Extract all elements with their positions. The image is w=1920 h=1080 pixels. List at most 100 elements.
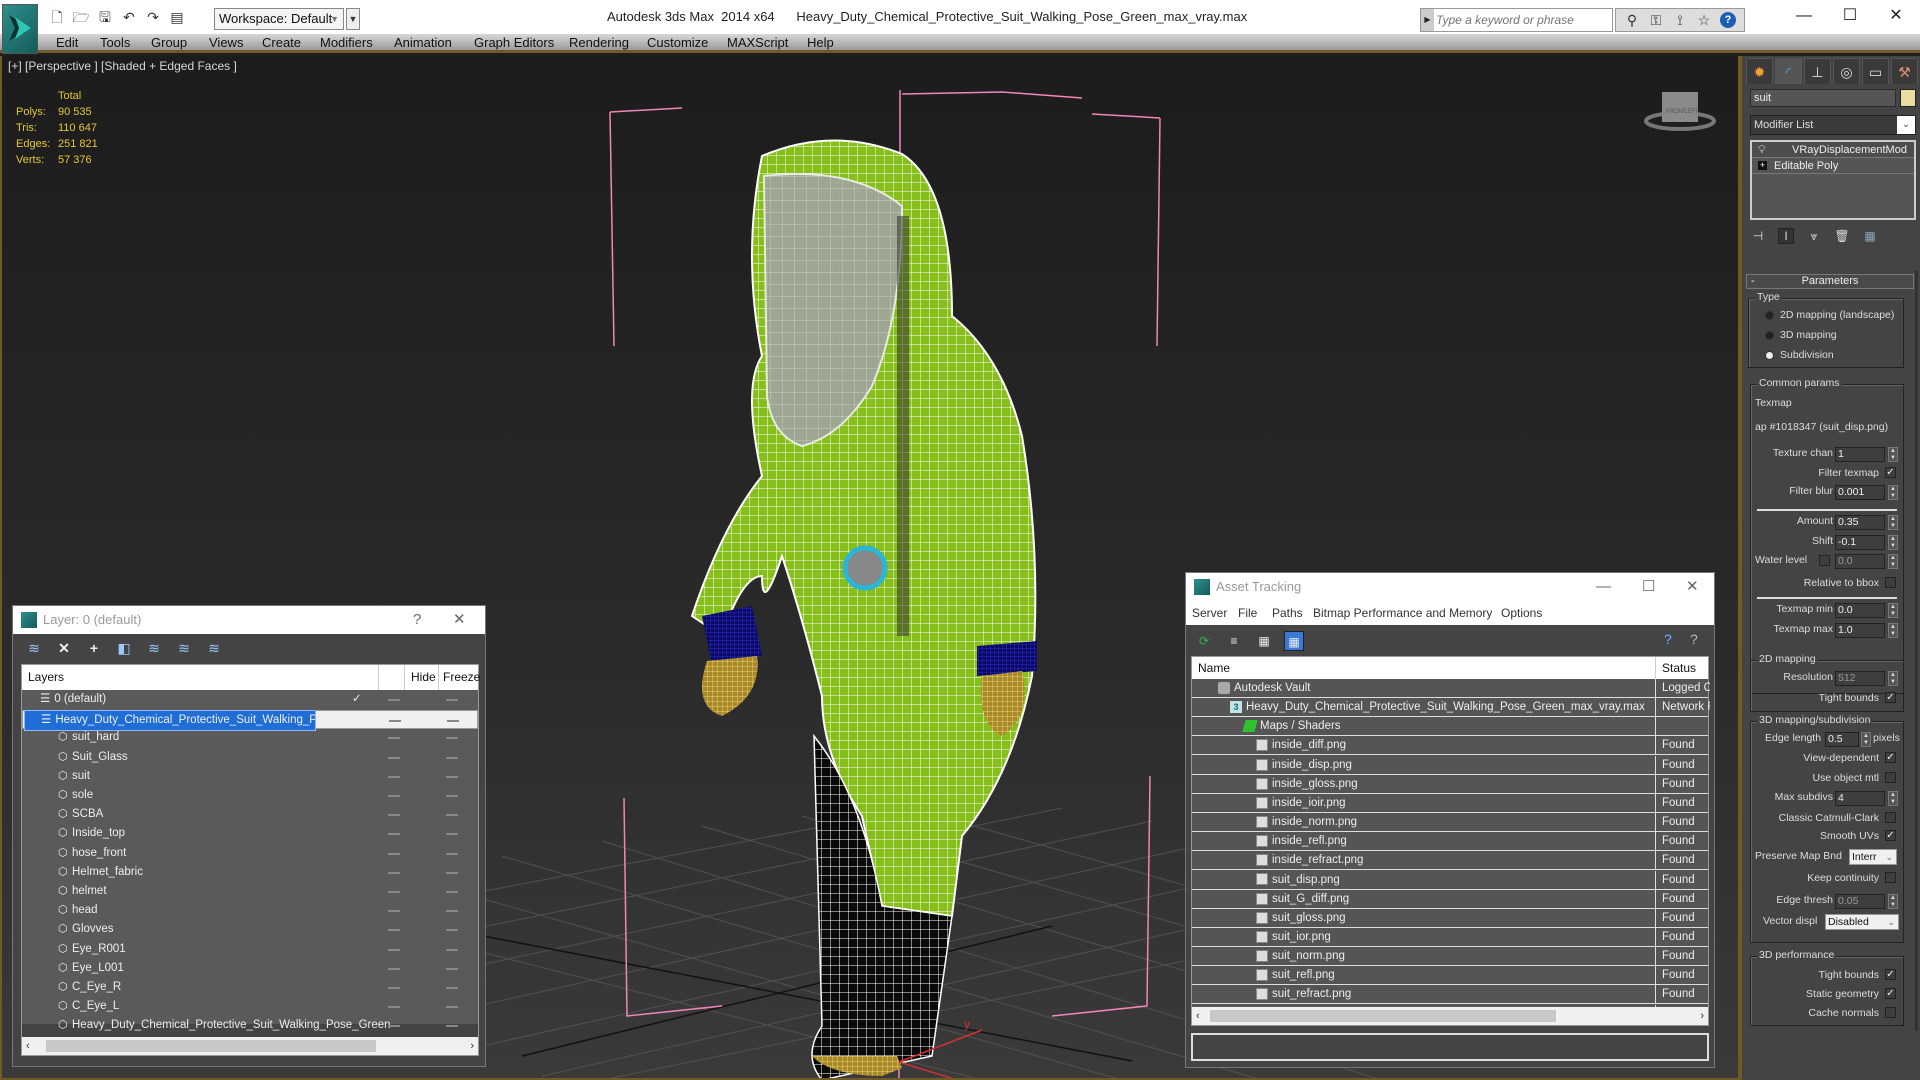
freeze-toggle[interactable]: [446, 756, 458, 759]
filter-blur-input[interactable]: 0.001: [1835, 485, 1885, 500]
hide-toggle[interactable]: [388, 852, 400, 855]
hide-toggle[interactable]: [388, 987, 400, 989]
object-row[interactable]: ⬡ hose_front: [22, 844, 478, 863]
create-layer-icon[interactable]: ≋: [25, 639, 43, 657]
hide-toggle[interactable]: [388, 814, 400, 817]
tight-bounds-2d-checkbox[interactable]: ✓: [1885, 692, 1896, 703]
close-button[interactable]: ✕: [453, 606, 466, 634]
hide-toggle[interactable]: [388, 929, 400, 932]
texmap-min-input[interactable]: 0.0: [1835, 603, 1885, 618]
column-layers[interactable]: Layers: [28, 665, 64, 690]
layer-window-titlebar[interactable]: Layer: 0 (default) ? ✕: [13, 606, 485, 634]
object-row[interactable]: ⬡ helmet: [22, 882, 478, 901]
asset-horizontal-scrollbar[interactable]: ‹ ›: [1192, 1007, 1708, 1025]
freeze-toggle[interactable]: [446, 1025, 458, 1028]
undo-icon[interactable]: ↶: [120, 8, 138, 26]
column-freeze[interactable]: Freeze: [438, 665, 480, 690]
binoculars-icon[interactable]: ⚲: [1624, 12, 1640, 29]
refresh-icon[interactable]: ⟳: [1194, 631, 1214, 651]
preserve-map-bnd-select[interactable]: Interr ⌄: [1849, 849, 1897, 865]
menu-help[interactable]: Help: [807, 35, 834, 50]
stack-item-editable-poly[interactable]: + Editable Poly: [1752, 158, 1914, 174]
asset-row[interactable]: inside_norm.png Found: [1192, 813, 1708, 833]
object-row[interactable]: ⬡ SCBA: [22, 805, 478, 824]
static-geometry-checkbox[interactable]: ✓: [1885, 988, 1896, 999]
menu-rendering[interactable]: Rendering: [569, 35, 629, 50]
freeze-toggle[interactable]: [446, 948, 458, 951]
add-to-layer-icon[interactable]: +: [85, 639, 103, 657]
hide-toggle[interactable]: [388, 1006, 400, 1009]
scroll-right-icon[interactable]: ›: [1700, 1007, 1704, 1025]
texture-chan-spinner[interactable]: ▲ ▼: [1888, 447, 1898, 462]
object-row[interactable]: ⬡ Glovves: [22, 920, 478, 939]
freeze-toggle[interactable]: [446, 910, 458, 913]
tight-bounds-3d-checkbox[interactable]: ✓: [1885, 969, 1896, 980]
column-hide[interactable]: Hide: [404, 665, 436, 690]
max-subdivs-input[interactable]: 4: [1835, 791, 1885, 806]
modify-tab[interactable]: ◜: [1775, 58, 1802, 84]
menu-customize[interactable]: Customize: [647, 35, 708, 50]
layer-settings-icon[interactable]: ≋: [205, 639, 223, 657]
object-row[interactable]: ⬡ sole: [22, 786, 478, 805]
texmap-button[interactable]: ap #1018347 (suit_disp.png): [1755, 421, 1901, 439]
menu-graph-editors[interactable]: Graph Editors: [474, 35, 554, 50]
hide-toggle[interactable]: [388, 756, 400, 759]
amount-input[interactable]: 0.35: [1835, 515, 1885, 530]
column-status[interactable]: Status: [1655, 657, 1696, 679]
asset-row[interactable]: suit_ior.png Found: [1192, 927, 1708, 947]
asset-row[interactable]: 3 Heavy_Duty_Chemical_Protective_Suit_Wal…: [1192, 698, 1710, 718]
select-layer-icon[interactable]: ≋: [145, 639, 163, 657]
pin-stack-icon[interactable]: ⊣: [1750, 229, 1766, 243]
asset-row[interactable]: inside_refl.png Found: [1192, 832, 1708, 852]
column-name[interactable]: Name: [1198, 657, 1230, 679]
hide-toggle[interactable]: [388, 891, 400, 893]
edge-thresh-spinner[interactable]: ▲ ▼: [1888, 894, 1898, 909]
close-button[interactable]: ✕: [1686, 573, 1699, 601]
scrollbar-thumb[interactable]: [46, 1040, 376, 1052]
show-end-result-icon[interactable]: I: [1778, 228, 1794, 244]
help-icon[interactable]: ?: [1720, 12, 1736, 28]
object-name-field[interactable]: suit: [1750, 89, 1896, 107]
asset-row[interactable]: inside_diff.png Found: [1192, 736, 1708, 756]
asset-row[interactable]: inside_disp.png Found: [1192, 755, 1708, 775]
create-tab[interactable]: ✹: [1746, 58, 1773, 84]
current-layer-check-icon[interactable]: ✓: [352, 690, 362, 709]
search-expand-icon[interactable]: ▶: [1421, 9, 1434, 31]
radio-button[interactable]: [1765, 310, 1774, 320]
asset-row[interactable]: suit_norm.png Found: [1192, 947, 1708, 967]
edge-length-input[interactable]: 0.5: [1825, 732, 1859, 747]
asset-row[interactable]: inside_ioir.png Found: [1192, 793, 1708, 813]
max-subdivs-spinner[interactable]: ▲ ▼: [1888, 791, 1898, 806]
menu-maxscript[interactable]: MAXScript: [727, 35, 788, 50]
asset-row[interactable]: inside_refract.png Found: [1192, 851, 1708, 871]
filter-texmap-checkbox[interactable]: ✓: [1885, 467, 1896, 478]
make-unique-icon[interactable]: ⩔: [1806, 229, 1822, 244]
new-file-icon[interactable]: 🗋: [48, 8, 66, 26]
freeze-toggle[interactable]: [446, 775, 458, 778]
filter-blur-spinner[interactable]: ▲ ▼: [1888, 485, 1898, 500]
object-row[interactable]: ⬡ suit_hard: [22, 728, 478, 747]
command-panel-scrollbar[interactable]: [1915, 271, 1918, 1031]
edge-length-spinner[interactable]: ▲ ▼: [1861, 732, 1871, 747]
save-icon[interactable]: 🖫: [96, 8, 114, 26]
hide-toggle[interactable]: [389, 719, 401, 722]
help-button[interactable]: ?: [413, 606, 421, 634]
object-row[interactable]: ⬡ Heavy_Duty_Chemical_Protective_Suit_Wal…: [22, 1016, 478, 1035]
hide-toggle[interactable]: [388, 775, 400, 778]
object-row[interactable]: ⬡ Eye_L001: [22, 959, 478, 978]
delete-layer-icon[interactable]: ✕: [55, 639, 73, 657]
freeze-toggle[interactable]: [446, 929, 458, 932]
object-row[interactable]: ⬡ C_Eye_R: [22, 978, 478, 997]
menu-group[interactable]: Group: [151, 35, 187, 50]
star-icon[interactable]: ☆: [1696, 12, 1712, 29]
freeze-toggle[interactable]: [446, 737, 458, 740]
layer-row[interactable]: −☰Heavy_Duty_Chemical_Protective_Suit_Wa…: [22, 709, 478, 731]
layer-row[interactable]: ☰ 0 (default) ✓: [22, 690, 478, 709]
configure-sets-icon[interactable]: ▦: [1862, 229, 1878, 243]
menu-server[interactable]: Server: [1192, 601, 1227, 625]
remove-modifier-icon[interactable]: 🗑︎: [1834, 229, 1850, 243]
layer-name-cell[interactable]: ☰ 0 (default): [40, 690, 310, 709]
menu-paths[interactable]: Paths: [1272, 601, 1303, 625]
scroll-left-icon[interactable]: ‹: [1196, 1007, 1200, 1025]
texture-chan-input[interactable]: 1: [1835, 447, 1885, 462]
